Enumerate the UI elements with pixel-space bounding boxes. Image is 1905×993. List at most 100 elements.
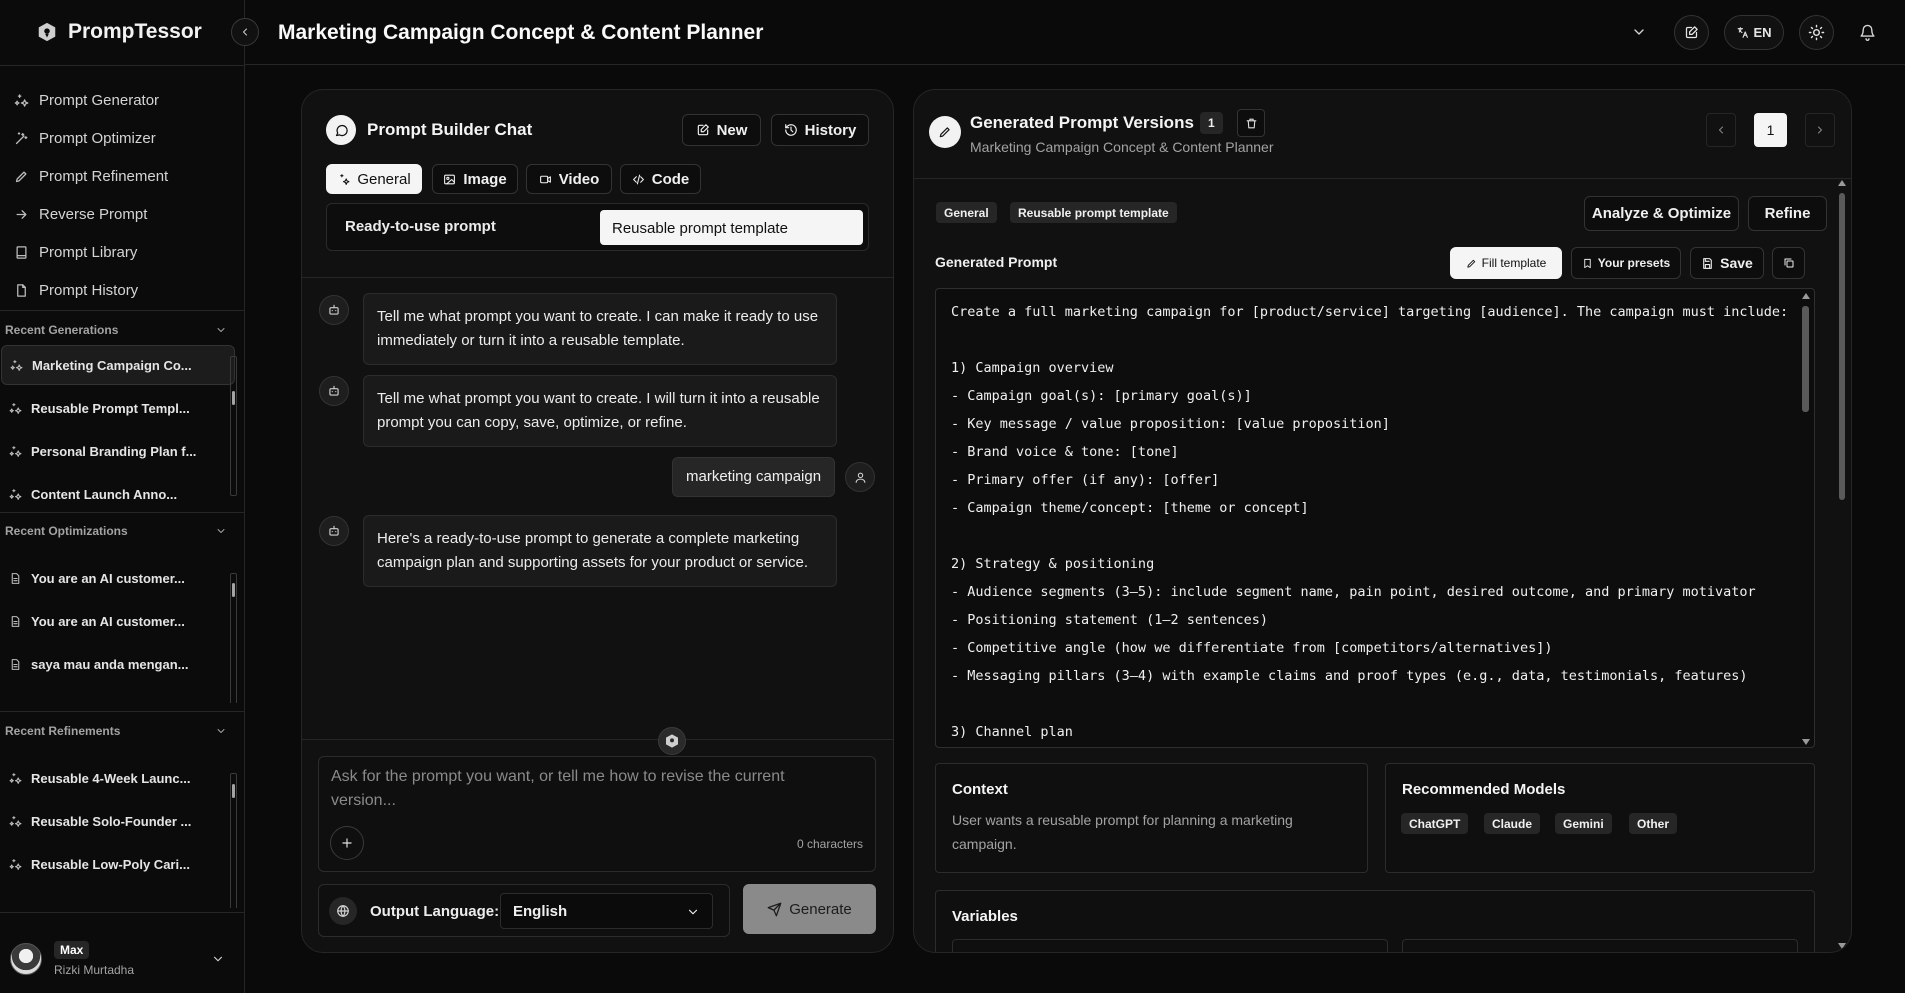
sparkles-icon [14, 93, 29, 107]
prev-version-button[interactable] [1706, 113, 1736, 147]
sparkles-icon [9, 772, 22, 784]
recent-generations-list: Marketing Campaign Co... Reusable Prompt… [0, 342, 245, 502]
scroll-thumb[interactable] [1839, 193, 1845, 500]
refine-button[interactable]: Refine [1748, 196, 1827, 231]
list-item[interactable]: You are an AI customer... [1, 601, 235, 641]
bot-message: Tell me what prompt you want to create. … [363, 293, 837, 365]
mode-reusable-template[interactable]: Reusable prompt template [600, 210, 863, 245]
prompt-lines: Create a full marketing campaign for [pr… [936, 289, 1814, 746]
list-item[interactable]: Reusable 4-Week Launc... [1, 758, 235, 798]
scroll-thumb[interactable] [232, 583, 235, 597]
list-item[interactable]: Personal Branding Plan f... [1, 431, 235, 471]
fill-template-button[interactable]: Fill template [1450, 247, 1562, 279]
prompt-scrollbar[interactable] [1801, 292, 1811, 746]
divider [302, 277, 893, 278]
scroll-thumb[interactable] [232, 391, 235, 405]
panel-scrollbar[interactable] [1837, 179, 1847, 950]
scroll-thumb[interactable] [232, 784, 235, 798]
chevron-left-icon [1719, 126, 1723, 134]
list-item[interactable]: saya mau anda mengan... [1, 644, 235, 684]
mode-ready-to-use[interactable]: Ready-to-use prompt [345, 218, 496, 235]
nav-label: Prompt Refinement [39, 167, 169, 185]
your-presets-button[interactable]: Your presets [1571, 247, 1681, 279]
next-version-button[interactable] [1805, 113, 1835, 147]
list-item[interactable]: Reusable Solo-Founder ... [1, 801, 235, 841]
send-icon [767, 902, 782, 916]
scrollbar[interactable] [230, 573, 237, 703]
brand-badge [658, 727, 686, 755]
generated-prompt-text[interactable]: Create a full marketing campaign for [pr… [935, 288, 1815, 748]
list-item-label: Reusable 4-Week Launc... [31, 770, 191, 786]
prompt-line: 3) Channel plan [951, 724, 1073, 740]
presets-label: Your presets [1597, 256, 1671, 270]
prompt-input[interactable]: Ask for the prompt you want, or tell me … [331, 765, 851, 813]
section-header[interactable]: Recent Generations [0, 318, 245, 342]
prompt-line: - Positioning statement (1–2 sentences) [951, 612, 1268, 628]
delete-version-button[interactable] [1237, 109, 1265, 137]
attach-button[interactable] [330, 826, 364, 860]
recent-optimizations-section: Recent Optimizations You are an AI custo… [0, 519, 245, 703]
notifications-button[interactable] [1859, 24, 1876, 41]
output-language-select[interactable]: English [500, 893, 713, 929]
language-button[interactable]: EN [1724, 15, 1784, 50]
globe-icon [329, 897, 357, 925]
list-item[interactable]: Marketing Campaign Co... [1, 345, 235, 385]
scroll-thumb[interactable] [1802, 306, 1809, 412]
list-item[interactable]: Reusable Low-Poly Cari... [1, 844, 235, 884]
prompt-line [936, 522, 1814, 550]
prompt-line: - Messaging pillars (3–4) with example c… [951, 668, 1748, 684]
tab-label: Code [651, 170, 690, 188]
list-item[interactable]: Reusable Prompt Templ... [1, 388, 235, 428]
chevron-right-icon [1818, 126, 1822, 134]
analyze-optimize-button[interactable]: Analyze & Optimize [1584, 196, 1739, 231]
nav-prompt-history[interactable]: Prompt History [14, 271, 168, 309]
copy-icon [1784, 258, 1793, 268]
section-title: Recent Refinements [5, 724, 121, 738]
version-page[interactable]: 1 [1754, 113, 1787, 147]
tab-general[interactable]: General [326, 164, 422, 194]
variable-field[interactable] [952, 939, 1388, 952]
new-chat-button[interactable]: New [682, 114, 761, 146]
section-header[interactable]: Recent Optimizations [0, 519, 245, 543]
recent-refinements-section: Recent Refinements Reusable 4-Week Launc… [0, 719, 245, 908]
tab-video[interactable]: Video [526, 164, 612, 194]
context-card: Context User wants a reusable prompt for… [935, 763, 1368, 873]
new-prompt-button[interactable] [1674, 15, 1709, 50]
divider [302, 739, 893, 740]
save-label: Save [1720, 255, 1753, 271]
list-item-label: Content Launch Anno... [31, 486, 178, 502]
app-name: PrompTessor [68, 20, 202, 43]
logo-icon [36, 21, 58, 43]
tab-image[interactable]: Image [432, 164, 518, 194]
nav-prompt-optimizer[interactable]: Prompt Optimizer [14, 119, 168, 157]
nav-label: Prompt History [39, 281, 139, 299]
copy-button[interactable] [1772, 247, 1805, 279]
theme-toggle[interactable] [1799, 15, 1834, 50]
selected-language: English [513, 903, 568, 920]
scroll-up-icon [1802, 293, 1810, 299]
scrollbar[interactable] [230, 356, 237, 496]
nav-reverse-prompt[interactable]: Reverse Prompt [14, 195, 168, 233]
collapse-sidebar-button[interactable] [231, 18, 259, 46]
sparkles-icon [9, 858, 22, 870]
generate-button[interactable]: Generate [743, 884, 876, 934]
list-item[interactable]: You are an AI customer... [1, 558, 235, 598]
brand[interactable]: PrompTessor [36, 20, 202, 44]
save-button[interactable]: Save [1690, 247, 1764, 279]
nav-prompt-refinement[interactable]: Prompt Refinement [14, 157, 168, 195]
section-header[interactable]: Recent Refinements [0, 719, 245, 743]
nav-prompt-generator[interactable]: Prompt Generator [14, 81, 168, 119]
history-button[interactable]: History [771, 114, 869, 146]
tab-code[interactable]: Code [620, 164, 701, 194]
nav-prompt-library[interactable]: Prompt Library [14, 233, 168, 271]
model-chip: Gemini [1555, 813, 1612, 834]
scrollbar[interactable] [230, 773, 237, 908]
user-menu[interactable]: Max Rizki Murtadha [10, 934, 235, 984]
title-dropdown[interactable] [1631, 24, 1647, 40]
variable-field[interactable] [1402, 939, 1798, 952]
tag-reusable-template: Reusable prompt template [1010, 202, 1177, 223]
chevron-down-icon [217, 729, 225, 733]
char-count: 0 characters [796, 837, 863, 851]
chat-icon [326, 115, 356, 145]
list-item[interactable]: Content Launch Anno... [1, 474, 235, 502]
